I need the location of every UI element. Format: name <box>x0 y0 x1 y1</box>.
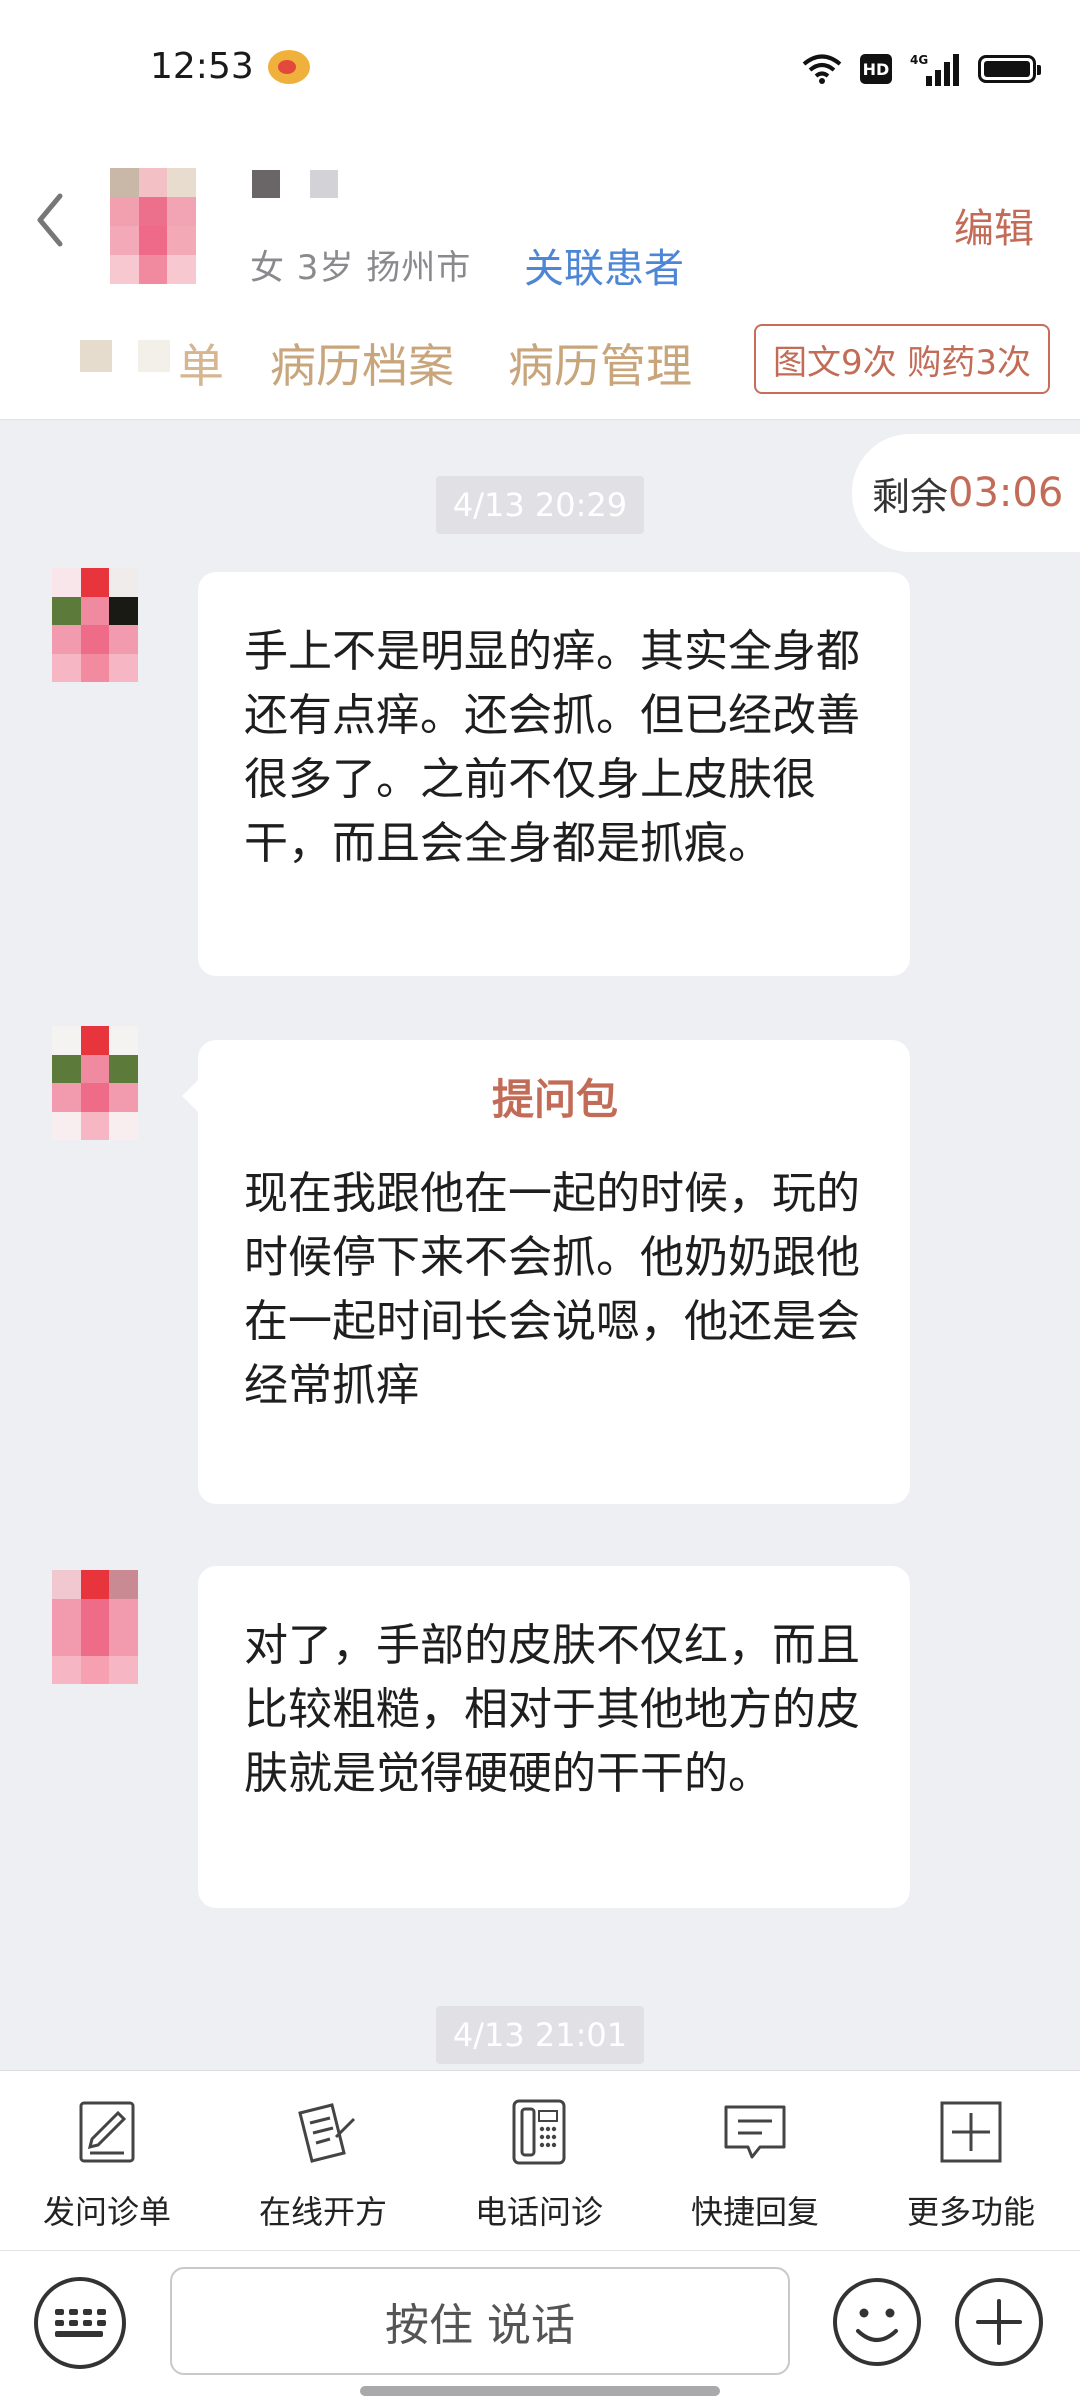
battery-icon <box>978 55 1041 83</box>
timer-label: 剩余 <box>872 474 949 519</box>
patient-name-redacted <box>252 170 338 198</box>
message-text: 对了，手部的皮肤不仅红，而且比较粗糙，相对于其他地方的皮肤就是觉得硬硬的干干的。 <box>244 1620 860 1799</box>
phone-icon <box>512 2099 566 2165</box>
patient-avatar[interactable] <box>110 168 196 284</box>
online-prescription-button[interactable]: 在线开方 <box>238 2097 408 2233</box>
message-text: 手上不是明显的痒。其实全身都还有点痒。还会抓。但已经改善很多了。之前不仅身上皮肤… <box>244 626 860 869</box>
network-type-label: 4G <box>910 53 928 67</box>
phone-consult-button[interactable]: 电话问诊 <box>454 2097 624 2233</box>
hd-icon: HD <box>860 54 892 84</box>
hold-to-talk-button[interactable]: 按住 说话 <box>170 2267 790 2375</box>
status-icons: HD 4G <box>802 52 1041 86</box>
tool-label: 在线开方 <box>258 2193 387 2231</box>
patient-meta: 女 3岁 扬州市 <box>250 248 472 288</box>
edit-form-icon <box>79 2101 135 2163</box>
question-pack-bubble[interactable]: 提问包 现在我跟他在一起的时候，玩的时候停下来不会抓。他奶奶跟他在一起时间长会说… <box>182 1040 910 1504</box>
weibo-notification-icon <box>268 50 310 84</box>
message-timestamp: 4/13 21:01 <box>436 2006 644 2064</box>
status-time: 12:53 <box>150 46 254 87</box>
timer-value: 03:06 <box>948 470 1064 516</box>
sender-avatar[interactable] <box>52 1026 138 1140</box>
message-text: 现在我跟他在一起的时候，玩的时候停下来不会抓。他奶奶跟他在一起时间长会说嗯，他还… <box>244 1168 860 1411</box>
edit-button[interactable]: 编辑 <box>954 196 1034 254</box>
quick-reply-icon <box>724 2105 786 2159</box>
home-indicator[interactable] <box>360 2386 720 2396</box>
emoji-icon[interactable] <box>830 2275 924 2369</box>
sender-avatar[interactable] <box>52 568 138 682</box>
tab-questionnaire[interactable]: 单 <box>178 330 224 396</box>
consult-stats-badge[interactable]: 图文9次 购药3次 <box>754 324 1050 394</box>
tool-label: 快捷回复 <box>690 2193 819 2231</box>
question-pack-title: 提问包 <box>491 1075 618 1124</box>
tab-medical-records[interactable]: 病历档案 <box>270 330 454 396</box>
link-patient-button[interactable]: 关联患者 <box>524 236 684 294</box>
message-bubble[interactable]: 对了，手部的皮肤不仅红，而且比较粗糙，相对于其他地方的皮肤就是觉得硬硬的干干的。 <box>198 1566 910 1908</box>
tool-label: 电话问诊 <box>474 2193 603 2231</box>
keyboard-toggle-button[interactable] <box>34 2277 126 2369</box>
message-timestamp: 4/13 20:29 <box>436 476 644 534</box>
message-bubble[interactable]: 手上不是明显的痒。其实全身都还有点痒。还会抓。但已经改善很多了。之前不仅身上皮肤… <box>198 572 910 976</box>
prescription-icon <box>298 2103 356 2163</box>
quick-tools-bar: 发问诊单 在线开方 电话问诊 快捷回复 更多功能 <box>0 2070 1080 2250</box>
back-arrow-icon[interactable] <box>32 190 66 250</box>
sender-avatar[interactable] <box>52 1570 138 1684</box>
wifi-icon <box>802 54 842 84</box>
quick-reply-button[interactable]: 快捷回复 <box>670 2097 840 2233</box>
tab-record-management[interactable]: 病历管理 <box>508 330 692 396</box>
remaining-timer: 剩余 03:06 <box>852 434 1080 552</box>
add-attachment-icon[interactable] <box>952 2275 1046 2369</box>
tab-label-redacted <box>80 340 170 372</box>
input-bar: 按住 说话 <box>0 2250 1080 2400</box>
signal-icon: 4G <box>910 53 959 86</box>
more-features-button[interactable]: 更多功能 <box>886 2097 1056 2233</box>
plus-square-icon <box>940 2101 1002 2163</box>
status-bar: 12:53 HD 4G <box>0 0 1080 140</box>
keyboard-icon <box>54 2309 106 2337</box>
tool-label: 更多功能 <box>906 2193 1035 2231</box>
send-questionnaire-button[interactable]: 发问诊单 <box>22 2097 192 2233</box>
tool-label: 发问诊单 <box>42 2193 171 2231</box>
